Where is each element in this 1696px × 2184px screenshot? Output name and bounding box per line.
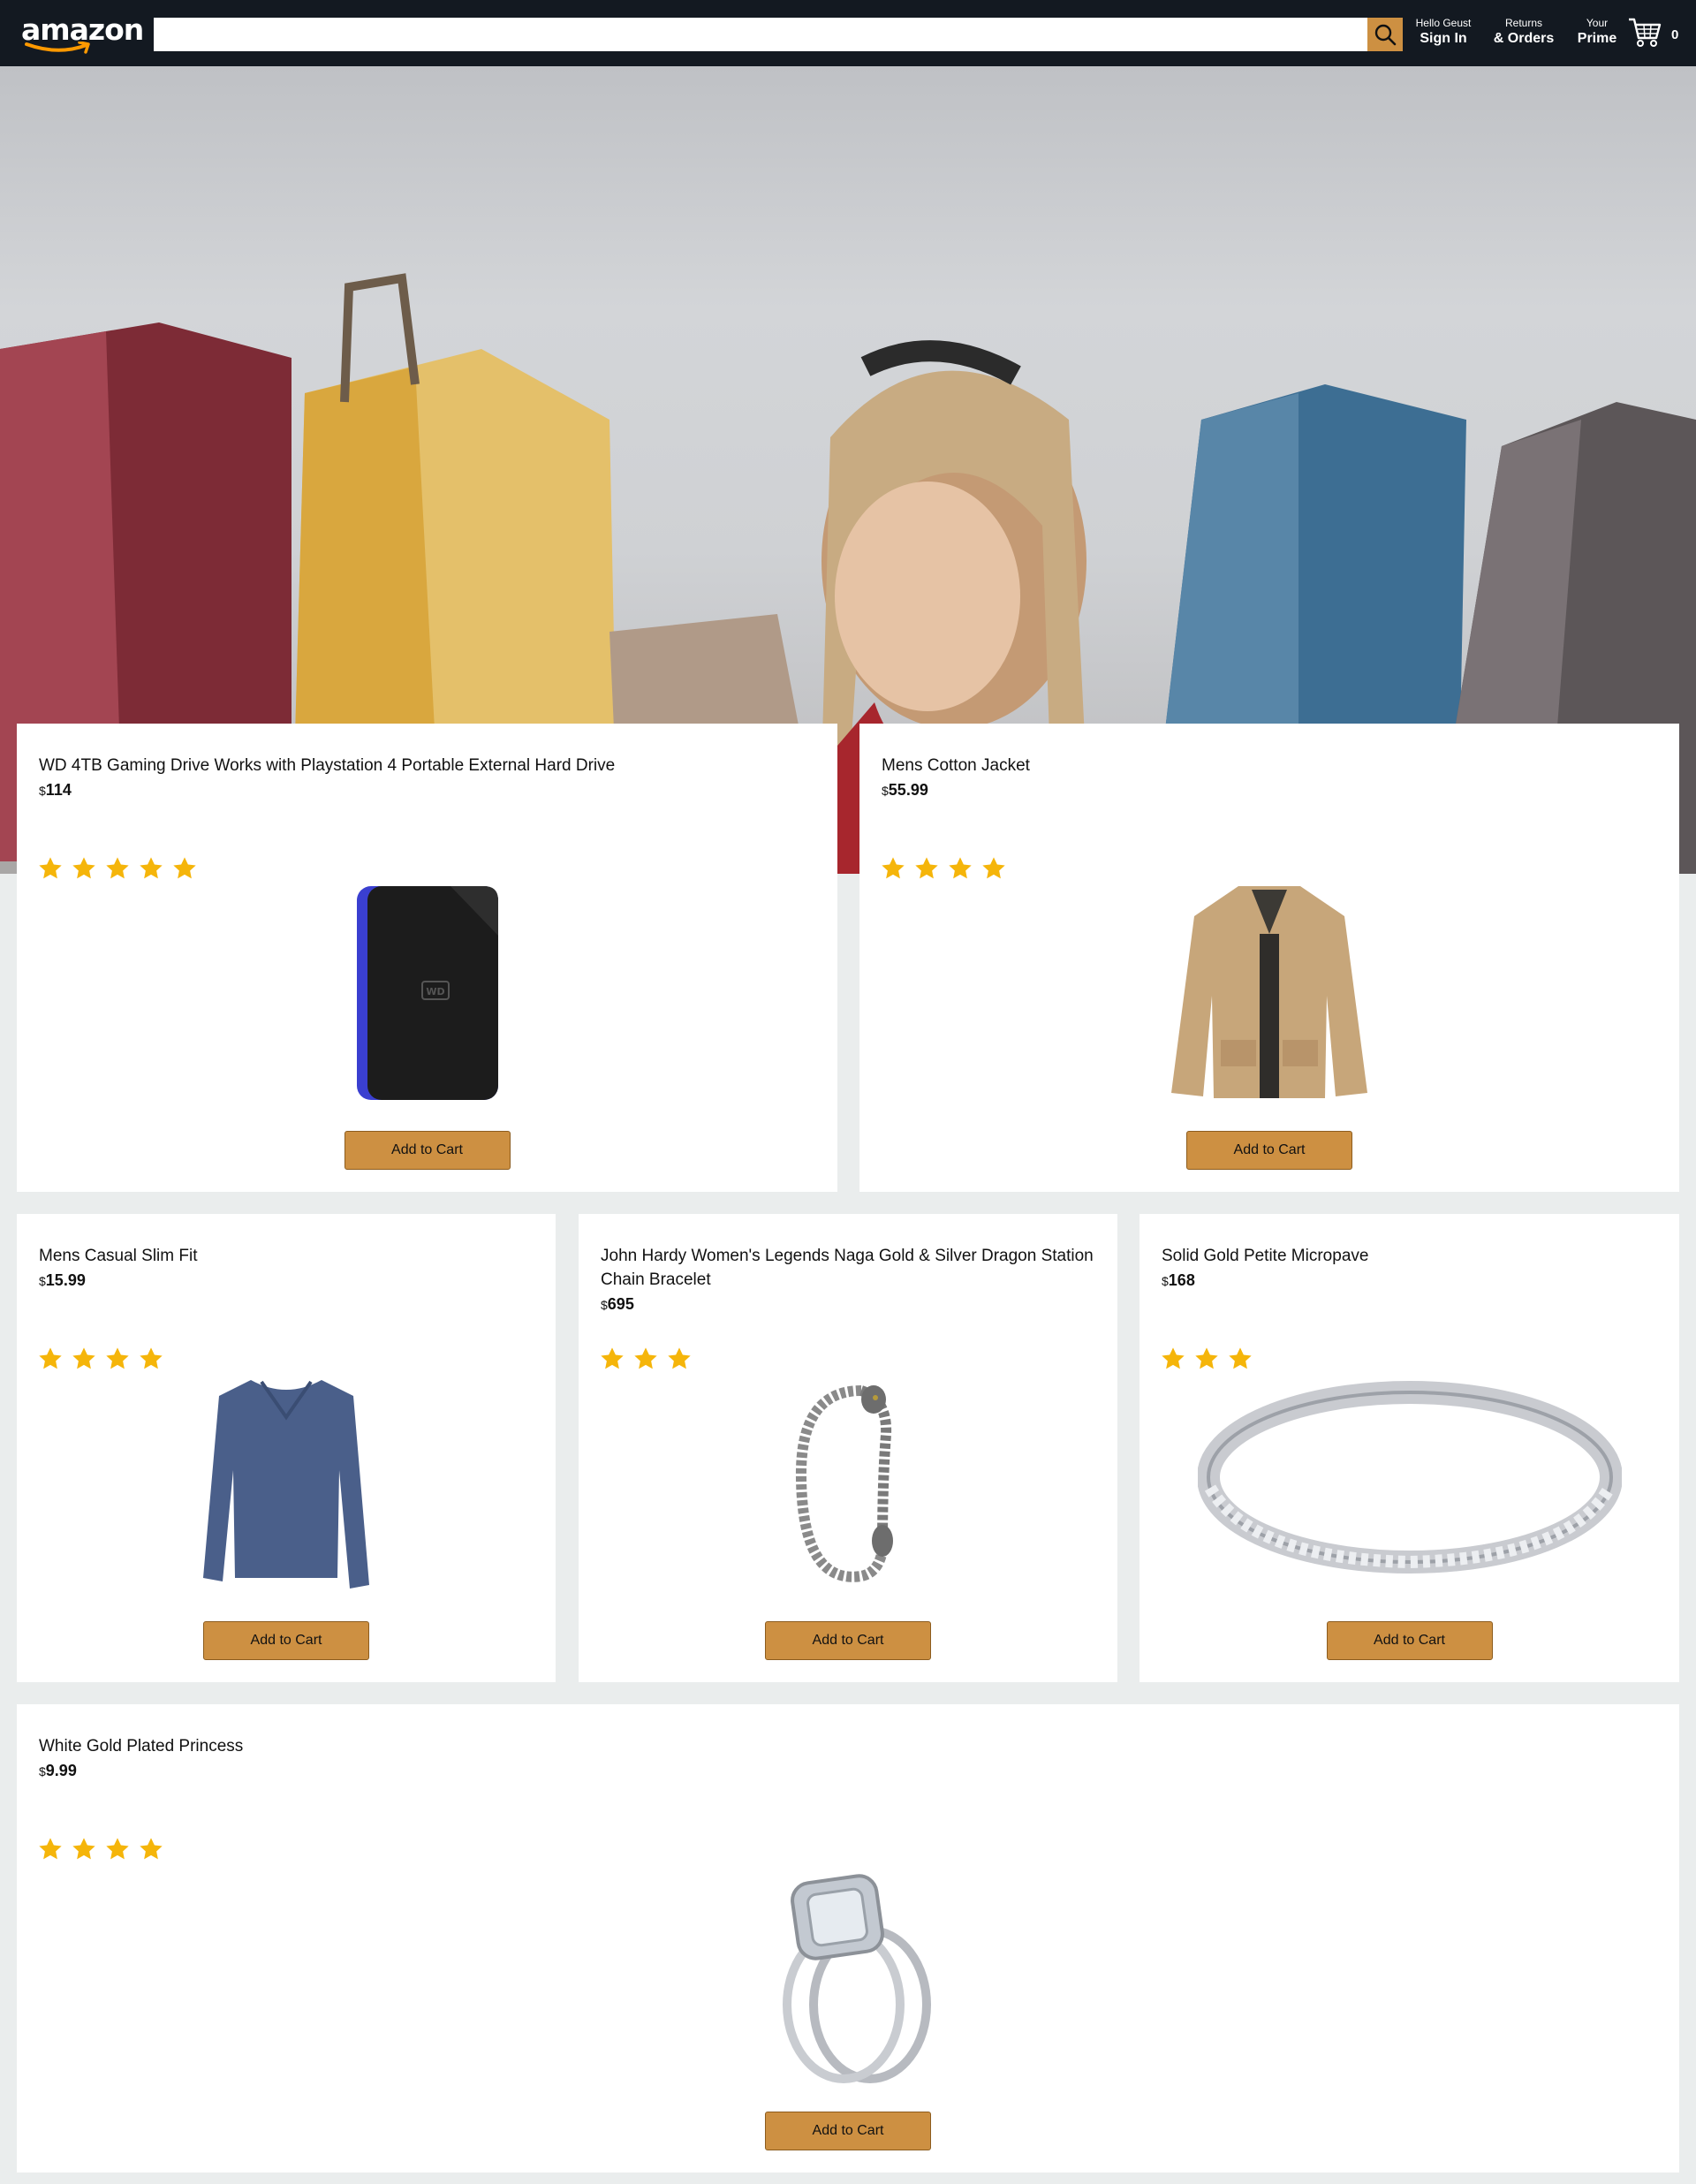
star-icon: [106, 1838, 129, 1860]
add-to-cart-button[interactable]: Add to Cart: [765, 1621, 931, 1660]
product-price: $695: [601, 1295, 1095, 1314]
product-rating: [1159, 1345, 1254, 1373]
svg-text:WD: WD: [426, 986, 444, 997]
star-icon: [140, 1347, 163, 1369]
add-to-cart-button[interactable]: Add to Cart: [344, 1131, 511, 1170]
nav-prime-line1: Your: [1586, 17, 1609, 29]
cart-icon: [1629, 18, 1662, 47]
header: amazon Hello Geust Sign In Returns & Ord…: [0, 0, 1696, 66]
currency-symbol: $: [882, 784, 889, 798]
product-card: Mens Cotton Jacket $55.99 Add to Cart: [859, 724, 1679, 1192]
star-icon: [39, 1347, 62, 1369]
currency-symbol: $: [39, 1274, 46, 1288]
star-icon: [1195, 1347, 1218, 1369]
logo-smile-icon: [25, 42, 90, 54]
nav-returns-line2: & Orders: [1493, 31, 1555, 46]
price-value: 9.99: [45, 1762, 77, 1779]
bracelet-image: [795, 1385, 893, 1582]
nav-prime[interactable]: Your Prime: [1572, 16, 1622, 48]
product-rating: [598, 1345, 693, 1373]
star-icon: [106, 857, 129, 879]
star-icon: [140, 1838, 163, 1860]
currency-symbol: $: [1162, 1274, 1169, 1288]
product-price: $9.99: [39, 1762, 1657, 1780]
currency-symbol: $: [601, 1298, 608, 1312]
star-icon: [72, 857, 95, 879]
star-icon: [915, 857, 938, 879]
nav-returns-line1: Returns: [1504, 17, 1543, 29]
nav-prime-line2: Prime: [1577, 31, 1617, 46]
star-icon: [1162, 1347, 1185, 1369]
currency-symbol: $: [39, 1764, 46, 1778]
ring-band-image: [1197, 1381, 1622, 1574]
product-price: $15.99: [39, 1271, 534, 1290]
star-icon: [982, 857, 1005, 879]
star-icon: [72, 1347, 95, 1369]
price-value: 168: [1168, 1271, 1195, 1289]
product-card: Solid Gold Petite Micropave $168 Add to …: [1140, 1214, 1679, 1682]
shirt-image: [203, 1380, 369, 1589]
add-to-cart-button[interactable]: Add to Cart: [203, 1621, 369, 1660]
product-title: WD 4TB Gaming Drive Works with Playstati…: [39, 756, 616, 775]
hard-drive-image: WD: [356, 886, 498, 1100]
product-rating: [36, 1345, 165, 1373]
search-button[interactable]: [1367, 18, 1403, 51]
product-price: $114: [39, 781, 815, 800]
add-to-cart-button[interactable]: Add to Cart: [1326, 1621, 1493, 1660]
product-card: WD 4TB Gaming Drive Works with Playstati…: [17, 724, 837, 1192]
product-card: John Hardy Women's Legends Naga Gold & S…: [579, 1214, 1117, 1682]
price-value: 15.99: [45, 1271, 86, 1289]
currency-symbol: $: [39, 784, 46, 798]
nav-sign-in-line2: Sign In: [1420, 31, 1467, 46]
price-value: 695: [607, 1295, 634, 1313]
price-value: 55.99: [888, 781, 928, 799]
star-icon: [39, 1838, 62, 1860]
star-icon: [634, 1347, 657, 1369]
basket-count: 0: [1671, 27, 1679, 42]
star-icon: [140, 857, 163, 879]
amazon-logo[interactable]: amazon: [21, 12, 144, 55]
product-title: White Gold Plated Princess: [39, 1737, 244, 1756]
product-title: Mens Casual Slim Fit: [39, 1247, 198, 1265]
star-icon: [601, 1347, 624, 1369]
star-icon: [39, 857, 62, 879]
nav-sign-in-line1: Hello Geust: [1415, 17, 1472, 29]
product-card: Mens Casual Slim Fit $15.99 Add to Cart: [17, 1214, 556, 1682]
jacket-image: [1171, 886, 1367, 1098]
price-value: 114: [45, 781, 72, 799]
product-rating: [36, 1835, 165, 1863]
search-input[interactable]: [154, 18, 1367, 51]
add-to-cart-button[interactable]: Add to Cart: [765, 2112, 931, 2150]
product-title: Solid Gold Petite Micropave: [1162, 1247, 1369, 1265]
diamond-ring-image: [783, 1874, 931, 2083]
star-icon: [106, 1347, 129, 1369]
product-rating: [879, 854, 1008, 883]
search-icon: [1374, 24, 1397, 46]
star-icon: [949, 857, 972, 879]
star-icon: [882, 857, 905, 879]
product-title: Mens Cotton Jacket: [882, 756, 1030, 775]
star-icon: [1229, 1347, 1252, 1369]
star-icon: [668, 1347, 691, 1369]
product-title: John Hardy Women's Legends Naga Gold & S…: [601, 1247, 1094, 1289]
star-icon: [173, 857, 196, 879]
add-to-cart-button[interactable]: Add to Cart: [1186, 1131, 1352, 1170]
basket[interactable]: 0: [1627, 14, 1678, 49]
nav-returns-orders[interactable]: Returns & Orders: [1488, 16, 1560, 48]
product-card: White Gold Plated Princess $9.99 Add to …: [17, 1704, 1679, 2173]
product-rating: [36, 854, 199, 883]
product-price: $168: [1162, 1271, 1657, 1290]
nav-sign-in[interactable]: Hello Geust Sign In: [1412, 16, 1475, 48]
search-bar: [154, 18, 1403, 51]
product-price: $55.99: [882, 781, 1657, 800]
star-icon: [72, 1838, 95, 1860]
